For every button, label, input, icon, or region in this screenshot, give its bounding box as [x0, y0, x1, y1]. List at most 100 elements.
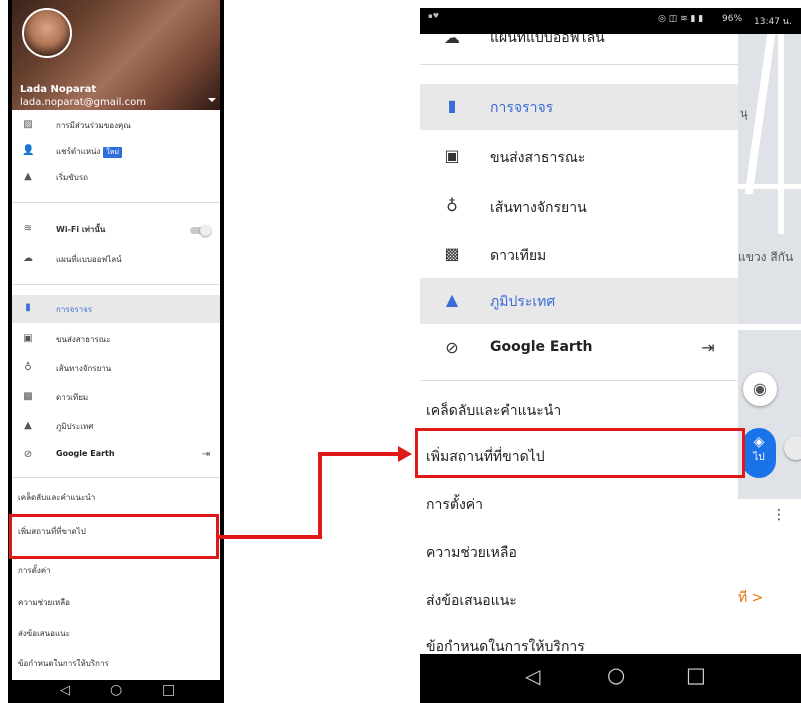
account-email: lada.noparat@gmail.com — [20, 97, 146, 108]
back-icon[interactable]: ◁ — [60, 683, 70, 698]
menu-item-label: การตั้งค่า — [426, 497, 484, 513]
menu-item-label: เส้นทางจักรยาน — [490, 200, 587, 216]
menu-item-label: ขนส่งสาธารณะ — [490, 150, 586, 166]
wifi-only-toggle[interactable] — [190, 225, 211, 236]
directions-icon: ◈ — [753, 434, 765, 450]
menu-item-terrain[interactable]: ▲ ภูมิประเทศ — [12, 415, 220, 439]
menu-item-label: การตั้งค่า — [18, 566, 51, 575]
divider — [420, 64, 738, 65]
menu-item-wifi-only[interactable]: ≋ Wi-Fi เท่านั้น — [12, 218, 220, 242]
traffic-icon: ▮ — [25, 302, 31, 313]
menu-item-bicycling[interactable]: ♁ เส้นทางจักรยาน — [420, 184, 738, 230]
menu-item-feedback[interactable]: ส่งข้อเสนอแนะ — [420, 576, 738, 624]
transit-icon: ▣ — [23, 333, 33, 344]
menu-item-label: ขนส่งสาธารณะ — [56, 335, 111, 344]
terrain-icon: ▲ — [24, 420, 32, 431]
menu-item-label: เคล็ดลับและคำแนะนำ — [426, 403, 562, 419]
share-location-icon: 👤 — [22, 145, 35, 156]
my-location-button[interactable]: ◉ — [743, 372, 777, 406]
bottom-sheet[interactable]: ⋮ ที > — [738, 499, 801, 654]
map-view[interactable]: นุ แขวง สีกัน ◉ ◈ ไป ⋮ ที > — [738, 34, 801, 654]
google-earth-icon: ⊘ — [23, 449, 33, 460]
menu-item-terms[interactable]: ข้อกำหนดในการให้บริการ — [420, 622, 738, 654]
directions-button[interactable]: ◈ ไป — [742, 428, 776, 478]
menu-item-label: การมีส่วนร่วมของคุณ — [56, 121, 131, 130]
connector-line — [318, 452, 322, 539]
home-icon[interactable]: ○ — [607, 663, 625, 687]
menu-item-traffic[interactable]: ▮ การจราจร — [420, 84, 738, 130]
menu-item-label: การจราจร — [490, 100, 554, 116]
recents-icon[interactable]: □ — [162, 682, 175, 698]
navigation-icon: ▲ — [24, 171, 32, 182]
menu-item-terrain[interactable]: ▲ ภูมิประเทศ — [420, 278, 738, 324]
menu-item-label: การจราจร — [56, 305, 93, 314]
menu-item-offline-maps[interactable]: ☁ แผนที่แบบออฟไลน์ — [420, 34, 738, 56]
highlight-box-right — [415, 428, 745, 478]
map-road — [744, 34, 776, 194]
menu-item-offline-maps[interactable]: ☁ แผนที่แบบออฟไลน์ — [12, 248, 220, 272]
menu-item-google-earth[interactable]: ⊘ Google Earth ⇥ — [12, 444, 220, 468]
account-name: Lada Noparat — [20, 84, 97, 95]
satellite-icon: ▩ — [23, 391, 33, 402]
chevron-down-icon[interactable] — [208, 98, 216, 102]
menu-item-label: เคล็ดลับและคำแนะนำ — [18, 493, 96, 502]
map-toggle[interactable] — [784, 436, 801, 460]
menu-item-label: แผนที่แบบออฟไลน์ — [490, 34, 605, 46]
menu-item-start-driving[interactable]: ▲ เริ่มขับรถ — [12, 166, 220, 190]
map-road — [738, 184, 801, 189]
menu-item-help[interactable]: ความช่วยเหลือ — [420, 528, 738, 576]
divider — [12, 284, 220, 285]
menu-item-tips[interactable]: เคล็ดลับและคำแนะนำ — [420, 386, 738, 434]
map-label: นุ — [740, 107, 748, 120]
offline-maps-icon: ☁ — [23, 253, 33, 264]
menu-item-contributions[interactable]: ▨ การมีส่วนร่วมของคุณ — [12, 114, 220, 138]
divider — [420, 380, 738, 381]
map-district-label: แขวง สีกัน — [738, 250, 794, 264]
menu-item-google-earth[interactable]: ⊘ Google Earth ⇥ — [420, 326, 738, 372]
map-road — [778, 34, 784, 234]
menu-item-label: ข้อกำหนดในการให้บริการ — [18, 659, 109, 668]
bicycle-icon: ♁ — [446, 196, 458, 215]
menu-item-bicycling[interactable]: ♁ เส้นทางจักรยาน — [12, 357, 220, 381]
system-navbar: ◁ ○ □ — [12, 680, 220, 703]
carrier-icon: ▪♥ — [428, 12, 440, 20]
connector-line — [218, 535, 322, 539]
menu-item-label: Google Earth — [56, 449, 115, 458]
toggle-knob — [200, 225, 211, 236]
navigation-drawer: ☁ แผนที่แบบออฟไลน์ ▮ การจราจร ▣ ขนส่งสาธ… — [420, 34, 738, 654]
wifi-icon: ≋ — [23, 223, 33, 234]
menu-item-satellite[interactable]: ▩ ดาวเทียม — [12, 386, 220, 410]
bicycle-icon: ♁ — [24, 362, 32, 373]
directions-label: ไป — [753, 452, 765, 463]
menu-item-feedback[interactable]: ส่งข้อเสนอแนะ — [12, 618, 220, 646]
bottom-sheet-more-link[interactable]: ที > — [738, 587, 763, 609]
menu-item-label: ภูมิประเทศ — [56, 422, 94, 431]
transit-icon: ▣ — [444, 146, 460, 165]
menu-item-settings[interactable]: การตั้งค่า — [12, 555, 220, 583]
menu-item-settings[interactable]: การตั้งค่า — [420, 480, 738, 528]
connector-line — [318, 452, 400, 456]
back-icon[interactable]: ◁ — [525, 664, 540, 688]
menu-item-traffic[interactable]: ▮ การจราจร — [12, 295, 220, 323]
connector-arrowhead — [398, 446, 412, 462]
open-external-icon: ⇥ — [201, 449, 211, 460]
left-phone-screenshot: Lada Noparat lada.noparat@gmail.com ▨ กา… — [8, 0, 224, 703]
avatar[interactable] — [22, 8, 72, 58]
account-header[interactable]: Lada Noparat lada.noparat@gmail.com — [12, 0, 220, 110]
menu-item-transit[interactable]: ▣ ขนส่งสาธารณะ — [12, 328, 220, 352]
status-icons: ◎ ◫ ≋ ▮ ▮ — [658, 14, 704, 24]
recents-icon[interactable]: □ — [686, 663, 706, 687]
menu-item-help[interactable]: ความช่วยเหลือ — [12, 587, 220, 615]
menu-item-transit[interactable]: ▣ ขนส่งสาธารณะ — [420, 134, 738, 180]
menu-item-label: เริ่มขับรถ — [56, 173, 88, 182]
battery-percent: 96% — [722, 14, 743, 24]
satellite-icon: ▩ — [444, 244, 460, 263]
menu-item-satellite[interactable]: ▩ ดาวเทียม — [420, 232, 738, 278]
right-phone-screenshot: นุ แขวง สีกัน ◉ ◈ ไป ⋮ ที > ▪♥ ◎ ◫ ≋ ▮ ▮… — [420, 8, 801, 703]
menu-item-label: ส่งข้อเสนอแนะ — [18, 629, 70, 638]
menu-item-tips[interactable]: เคล็ดลับและคำแนะนำ — [12, 482, 220, 510]
more-vert-icon[interactable]: ⋮ — [772, 507, 786, 523]
menu-item-share-location[interactable]: 👤 แชร์ตำแหน่ง ใหม่ — [12, 140, 220, 164]
home-icon[interactable]: ○ — [110, 682, 122, 698]
menu-item-terms[interactable]: ข้อกำหนดในการให้บริการ — [12, 648, 220, 676]
